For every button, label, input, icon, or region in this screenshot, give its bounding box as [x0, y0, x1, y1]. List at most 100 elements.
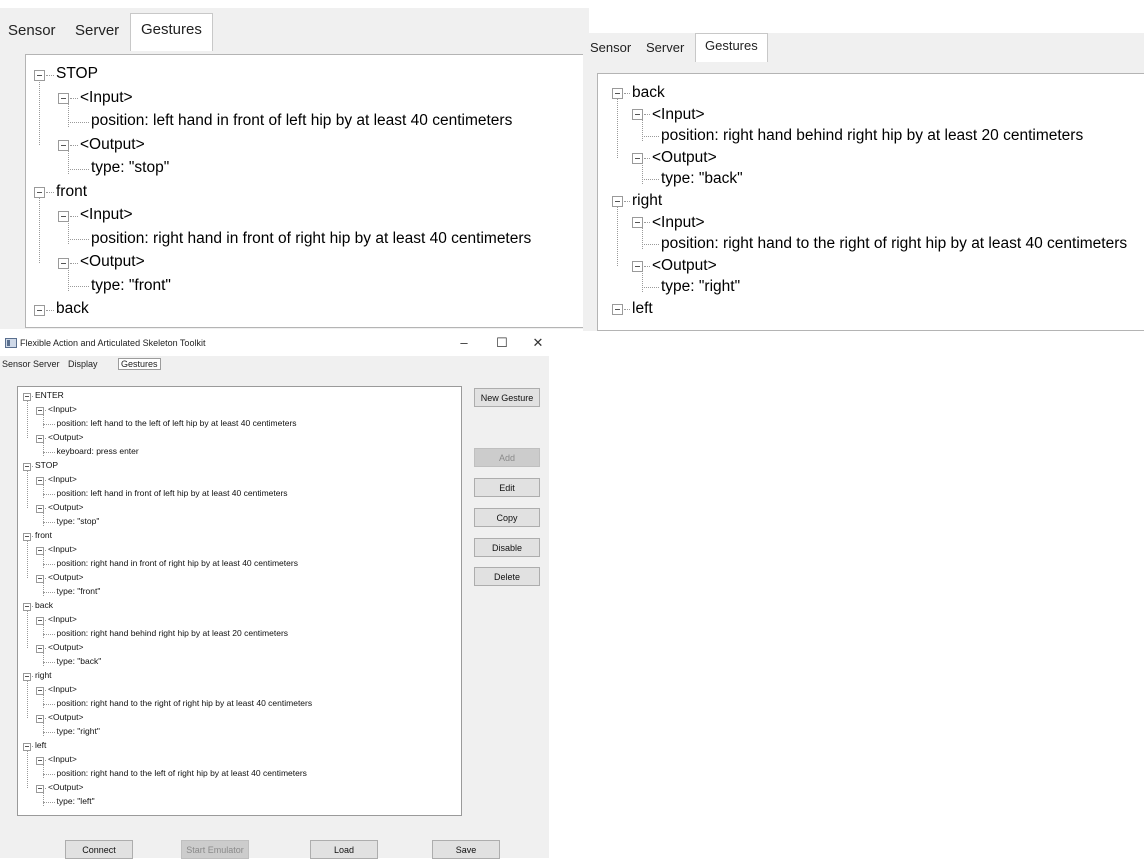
tree-leaf-label: type: "right"	[56, 726, 100, 736]
maximize-icon[interactable]: ☐	[494, 335, 510, 351]
tree-connector	[68, 121, 89, 123]
tree-connector	[43, 634, 55, 635]
start-emulator-button[interactable]: Start Emulator	[181, 840, 249, 859]
new-gesture-button[interactable]: New Gesture	[474, 388, 540, 407]
tree-node-label: <Input>	[48, 544, 77, 554]
tree-leaf-label: type: "front"	[91, 276, 171, 294]
connect-button[interactable]: Connect	[65, 840, 133, 859]
tree-connector	[68, 103, 69, 127]
gesture-tree-zoom-right[interactable]: back <Input> position: right hand behind r…	[597, 73, 1144, 331]
tree-connector	[39, 197, 40, 263]
tree-node-label: <Input>	[48, 474, 77, 484]
tree-connector	[43, 693, 44, 708]
tab-server[interactable]: Server	[75, 23, 119, 38]
tree-node-label: <Input>	[652, 213, 705, 231]
tree-node-label: <Output>	[80, 253, 145, 270]
tree-node-label: <Output>	[48, 642, 84, 652]
add-button[interactable]: Add	[474, 448, 540, 467]
tree-connector	[70, 262, 78, 264]
tree-leaf-label: position: right hand in front of right h…	[91, 229, 532, 247]
tree-connector	[70, 145, 78, 147]
tab-gestures[interactable]: Gestures	[118, 358, 161, 370]
tree-connector	[624, 200, 630, 202]
minimize-icon[interactable]: –	[456, 335, 472, 350]
tree-connector	[45, 410, 46, 411]
tree-node-label: <Output>	[48, 572, 84, 582]
tree-leaf-label: type: "left"	[56, 796, 95, 806]
tree-leaf-label: type: "front"	[56, 586, 101, 596]
tree-connector	[43, 592, 55, 593]
tab-server[interactable]: Server	[33, 359, 60, 369]
tree-leaf-label: position: right hand to the left of righ…	[56, 768, 307, 778]
tree-connector	[642, 179, 659, 181]
tab-sensor[interactable]: Sensor	[2, 359, 31, 369]
tree-connector	[32, 606, 33, 607]
app-window: Flexible Action and Articulated Skeleton…	[0, 331, 549, 859]
tree-connector	[644, 114, 650, 116]
tree-node-label: left	[35, 740, 47, 750]
tree-node-label: back	[632, 84, 665, 101]
tree-connector	[43, 424, 55, 425]
tree-leaf-label: type: "stop"	[91, 159, 170, 176]
gesture-tree-zoom-left[interactable]: STOP <Input> position: left hand in front …	[25, 54, 589, 328]
copy-button[interactable]: Copy	[474, 508, 540, 527]
tree-connector	[642, 135, 659, 137]
tree-connector	[26, 539, 28, 578]
tree-connector	[644, 222, 650, 224]
collapse-toggle-icon[interactable]	[34, 304, 45, 316]
tree-connector	[43, 511, 44, 526]
zoom-panel-right: Sensor Server Gestures back <Input> positi…	[583, 33, 1144, 331]
tree-node-label: back	[35, 600, 53, 610]
tree-connector	[45, 620, 46, 621]
tree-connector	[39, 79, 40, 146]
edit-button[interactable]: Edit	[474, 478, 540, 497]
tree-connector	[45, 438, 46, 439]
tree-leaf-label: position: right hand behind right hip by…	[56, 628, 289, 638]
tree-leaf-label: type: "stop"	[56, 516, 100, 526]
tree-node-label: <Output>	[48, 782, 84, 792]
tree-connector	[43, 413, 44, 428]
tab-gestures[interactable]: Gestures	[130, 13, 213, 51]
tree-node-label: back	[56, 300, 89, 317]
tree-connector	[68, 168, 89, 170]
save-button[interactable]: Save	[432, 840, 500, 859]
tree-leaf-label: keyboard: press enter	[56, 446, 139, 456]
tree-connector	[624, 92, 630, 94]
tree-connector	[43, 721, 44, 736]
tree-connector	[45, 508, 46, 509]
tree-connector	[642, 270, 643, 293]
tree-node-label: <Output>	[80, 135, 145, 153]
tab-server[interactable]: Server	[646, 41, 684, 54]
tree-connector	[43, 791, 44, 806]
tree-connector	[45, 760, 46, 761]
tree-connector	[68, 150, 69, 174]
tree-connector	[43, 564, 55, 565]
tree-connector	[46, 74, 54, 76]
load-button[interactable]: Load	[310, 840, 378, 859]
tab-sensor[interactable]: Sensor	[8, 23, 56, 38]
tree-connector	[43, 732, 55, 733]
tree-connector	[32, 466, 33, 467]
tree-connector	[644, 265, 650, 267]
tree-connector	[43, 623, 44, 638]
tree-connector	[43, 581, 44, 596]
tab-display[interactable]: Display	[68, 359, 98, 369]
tab-gestures[interactable]: Gestures	[695, 33, 768, 62]
gesture-tree[interactable]: ENTER <Input> position: left hand to the l…	[17, 386, 462, 816]
tab-sensor[interactable]: Sensor	[590, 41, 631, 54]
disable-button[interactable]: Disable	[474, 538, 540, 557]
tree-node-label: <Output>	[48, 502, 84, 512]
close-icon[interactable]: ✕	[530, 335, 546, 351]
collapse-toggle-icon[interactable]	[612, 303, 623, 315]
tree-connector	[70, 98, 78, 100]
tree-node-label: front	[56, 182, 88, 200]
tree-connector	[43, 802, 55, 803]
tree-leaf-label: position: right hand to the right of rig…	[661, 235, 1128, 253]
tree-connector	[43, 662, 55, 663]
tree-connector	[43, 522, 55, 523]
tree-connector	[43, 553, 44, 568]
tree-leaf-label: type: "back"	[56, 656, 102, 666]
tab-strip: Sensor Server Display Gestures	[0, 356, 549, 375]
tree-node-label: <Output>	[652, 148, 717, 166]
delete-button[interactable]: Delete	[474, 567, 540, 586]
